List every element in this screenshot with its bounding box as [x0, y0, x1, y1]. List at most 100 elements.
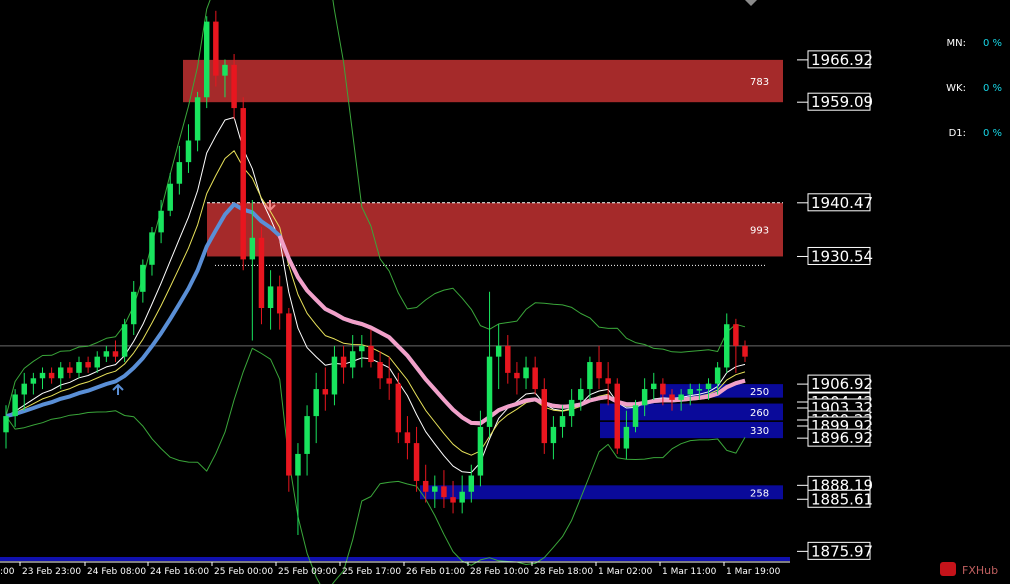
- candle: [167, 172, 173, 217]
- candle-body: [103, 351, 110, 357]
- candle: [532, 356, 538, 395]
- candle: [733, 318, 739, 373]
- candle-body: [48, 372, 55, 379]
- candle: [505, 335, 511, 384]
- zone-label: 783: [750, 77, 769, 88]
- candle: [724, 313, 730, 373]
- candle-body: [85, 362, 91, 368]
- candle: [85, 356, 91, 373]
- x-tick-label: 28 Feb 18:00: [534, 567, 593, 577]
- candle-body: [395, 383, 402, 433]
- candle: [386, 356, 392, 400]
- candle-body: [112, 351, 119, 357]
- candle: [76, 356, 82, 379]
- stat-key: WK:: [946, 83, 966, 94]
- candle-body: [258, 237, 265, 309]
- candle: [377, 351, 383, 390]
- price-chart[interactable]: 783 993 250 260 330 258 1966.92 1959.09 1940.47…: [0, 0, 1010, 584]
- candle: [322, 367, 329, 411]
- candle-body: [76, 362, 82, 373]
- candle-body: [149, 232, 155, 265]
- stat-value: 0 %: [983, 128, 1002, 139]
- x-tick-label: 26 Feb 01:00: [406, 567, 465, 577]
- candle-body: [632, 405, 639, 427]
- x-tick-label: :00: [0, 567, 15, 577]
- price-axis: 1966.921959.091940.471930.541906.921904.…: [797, 50, 873, 560]
- candle-body: [304, 416, 310, 454]
- candle-body: [3, 416, 9, 433]
- candle-body: [523, 367, 529, 379]
- buy-arrow-icon: [112, 383, 124, 395]
- time-axis: :00 23 Feb 23:00 24 Feb 08:00 24 Feb 16:00 2…: [0, 561, 790, 577]
- candle-body: [368, 345, 374, 363]
- price-label: 1940.47: [811, 194, 873, 212]
- stat-key: D1:: [949, 128, 966, 139]
- candle: [614, 378, 621, 454]
- zone-supply: [183, 59, 783, 103]
- candle: [39, 367, 46, 390]
- candle: [432, 475, 438, 508]
- x-tick-label: 1 Mar 19:00: [726, 567, 781, 577]
- price-label: 1906.92: [811, 375, 873, 393]
- candle: [568, 389, 575, 427]
- candle: [286, 308, 292, 492]
- candle-body: [94, 356, 100, 368]
- candle: [67, 362, 73, 379]
- candle: [441, 470, 447, 508]
- candle: [213, 10, 219, 87]
- candle-body: [267, 286, 274, 309]
- x-tick-label: 1 Mar 02:00: [598, 567, 653, 577]
- zone-demand: [420, 485, 783, 500]
- candle-body: [286, 313, 292, 476]
- candle: [194, 91, 201, 152]
- candle: [331, 345, 338, 406]
- candle-body: [559, 416, 566, 427]
- candle-body: [276, 286, 283, 314]
- candle-body: [514, 372, 520, 379]
- candle-body: [58, 367, 64, 379]
- candle-body: [313, 389, 319, 417]
- candle: [413, 426, 420, 492]
- candle-body: [140, 264, 146, 292]
- zone-label: 260: [750, 408, 769, 419]
- x-tick-label: 1 Mar 11:00: [662, 567, 717, 577]
- candle-body: [67, 367, 73, 373]
- candle-body: [660, 383, 666, 395]
- zone-label: 258: [750, 488, 769, 499]
- stat-value: 0 %: [983, 83, 1002, 94]
- candle-body: [742, 345, 748, 357]
- price-label: 1966.92: [811, 51, 873, 69]
- price-label: 1930.54: [811, 247, 873, 265]
- candle-body: [240, 108, 246, 260]
- candle-body: [696, 389, 703, 391]
- chart-shift-triangle-icon[interactable]: [745, 0, 757, 6]
- candle-body: [705, 383, 712, 390]
- candle-body: [322, 389, 329, 395]
- candle-body: [413, 443, 420, 481]
- candle: [596, 345, 602, 390]
- stats-panel: MN: 0 % WK: 0 % D1: 0 %: [946, 38, 1002, 139]
- candle: [3, 405, 9, 449]
- candle-body: [404, 432, 411, 444]
- candle-body: [495, 345, 502, 357]
- watermark: FXHub: [940, 562, 998, 577]
- zone-supply: [207, 202, 783, 257]
- candle-body: [550, 426, 557, 444]
- candle-body: [340, 356, 347, 368]
- candle-body: [130, 291, 137, 325]
- candle: [30, 372, 37, 395]
- candle-body: [477, 426, 484, 476]
- candle: [486, 291, 493, 438]
- x-tick-label: 24 Feb 08:00: [87, 567, 146, 577]
- candle: [176, 145, 183, 195]
- candle-body: [587, 362, 593, 390]
- candle: [48, 367, 55, 384]
- candle: [185, 124, 192, 173]
- candle: [742, 340, 748, 363]
- zone-label: 993: [750, 226, 769, 237]
- candle-body: [30, 378, 37, 384]
- candle-body: [386, 378, 392, 384]
- candle-body: [568, 399, 575, 417]
- candle-body: [486, 356, 493, 427]
- price-label: 1959.09: [811, 93, 873, 111]
